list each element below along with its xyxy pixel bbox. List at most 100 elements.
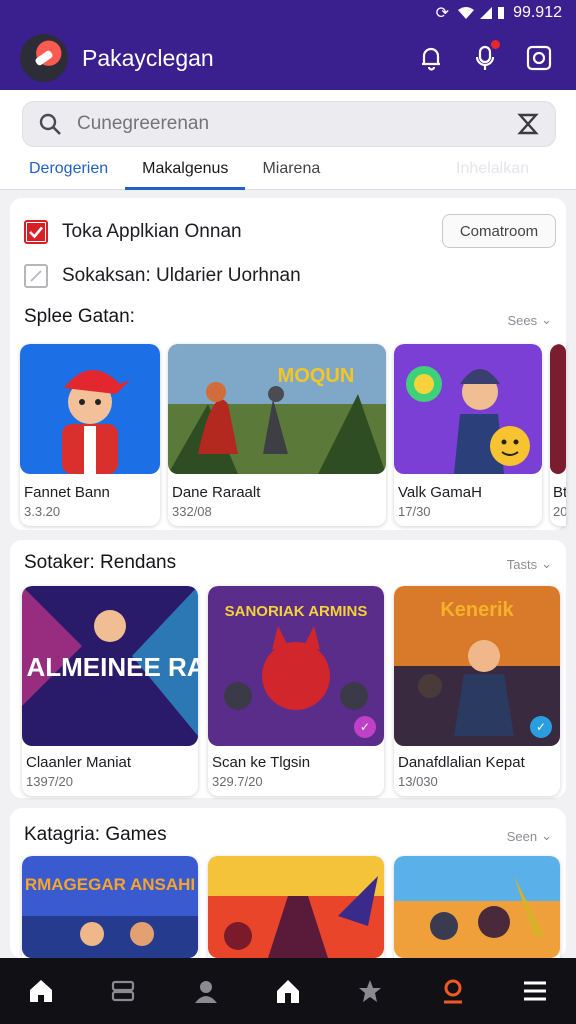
profile-icon [194, 981, 217, 1003]
nav-menu[interactable] [515, 971, 555, 1011]
game-art-battle [394, 856, 560, 958]
game-art-valk [394, 344, 542, 474]
checkbox-checked[interactable] [24, 220, 48, 244]
search-input[interactable] [77, 113, 515, 135]
filter-label-2: Sokaksan: Uldarier Uorhnan [62, 265, 301, 286]
app-card[interactable]: Kenerik ✓ Danafdlalian Kepat 13/030 [394, 586, 560, 796]
game-art-fannet [20, 344, 160, 474]
see-more-label-3: Seen [506, 828, 538, 844]
thumbnail-logo-text: RMAGEGAR ANSAHI [25, 875, 195, 894]
menu-icon [523, 981, 546, 1001]
nav-home[interactable] [21, 971, 61, 1011]
wifi-icon [458, 7, 475, 19]
thumbnail-logo-text: MOQUN [278, 365, 355, 387]
app-card[interactable]: DIBIBI ALMEINEE RALBAN Claanler Maniat 1… [22, 586, 198, 796]
app-thumbnail: RMAGEGAR ANSAHI [22, 856, 198, 958]
camera-button[interactable] [522, 41, 556, 75]
verified-badge-icon: ✓ [530, 716, 552, 738]
app-thumbnail [20, 344, 160, 474]
verified-badge-icon: ✓ [354, 716, 376, 738]
app-card[interactable]: Valk GamaH 17/30 [394, 344, 542, 526]
library-icon [112, 980, 135, 1002]
app-card[interactable]: Fannet Bann 3.3.20 [20, 344, 160, 526]
tab-bar: Derogerien Makalgenus Miarena Inhelalkan [0, 152, 576, 190]
battery-icon [498, 7, 505, 19]
scan-icon[interactable] [515, 111, 541, 137]
signal-icons [457, 6, 505, 20]
checkmark-icon [27, 223, 45, 241]
thumbnail-logo-text: Kenerik [440, 599, 514, 621]
app-meta: 17/30 [398, 504, 431, 519]
section-title-2: Sotaker: Rendans [24, 552, 177, 573]
app-name: Scan ke Tlgsin [212, 754, 311, 771]
app-card[interactable]: MOQUN Dane Raraalt 332/08 [168, 344, 386, 526]
app-name: Fannet Bann [24, 484, 110, 501]
app-title: Pakayclegan [82, 44, 214, 71]
app-thumbnail [394, 344, 542, 474]
nav-house[interactable] [268, 971, 308, 1011]
see-more-label-2: Tasts [506, 556, 538, 572]
chevron-down-icon: ⌄ [541, 312, 552, 327]
app-thumbnail: MOQUN [168, 344, 386, 474]
filter-row-1[interactable]: Toka Applkian Onnan [24, 220, 242, 244]
app-card[interactable]: SANORIAK ARMINS ✓ Scan ke Tlgsin 329.7/2… [208, 586, 384, 796]
microphone-button[interactable] [468, 38, 502, 75]
game-art-dane: MOQUN [168, 344, 386, 474]
notification-badge [489, 38, 502, 51]
search-icon [39, 113, 61, 135]
see-more-label-1: Sees [507, 312, 538, 328]
notifications-button[interactable] [414, 41, 448, 75]
sync-icon: ⟳ [435, 5, 450, 22]
app-bar: Pakayclegan [0, 26, 576, 90]
nav-library[interactable] [103, 971, 143, 1011]
app-name: Btu [553, 484, 566, 501]
section-katagria: Katagria: Games Seen ⌄ RMAGEGAR ANSAHI [10, 808, 566, 958]
app-thumbnail [550, 344, 566, 474]
nav-favorites[interactable] [350, 971, 390, 1011]
comatroom-button[interactable]: Comatroom [442, 214, 556, 248]
tab-miarena[interactable]: Miarena [245, 160, 337, 190]
app-card[interactable]: Btu 20 [550, 344, 566, 526]
app-meta: 3.3.20 [24, 504, 61, 519]
main-card: Toka Applkian Onnan Sokaksan: Uldarier U… [10, 198, 566, 530]
house-icon [276, 980, 299, 1003]
bell-icon [422, 47, 440, 71]
search-tabs-area: Derogerien Makalgenus Miarena Inhelalkan [0, 90, 576, 190]
tab-inhelalkan[interactable]: Inhelalkan [439, 160, 546, 190]
app-name: Valk GamaH [398, 484, 482, 501]
app-thumbnail [208, 856, 384, 958]
tab-derogerien[interactable]: Derogerien [12, 160, 125, 190]
nav-profile[interactable] [186, 971, 226, 1011]
status-time: 99.912 [513, 4, 562, 21]
app-name: Dane Raraalt [172, 484, 261, 501]
game-art-warrior [208, 856, 384, 958]
app-thumbnail: DIBIBI ALMEINEE RALBAN [22, 586, 198, 746]
favorites-icon [359, 980, 382, 1002]
filter-label-1: Toka Applkian Onnan [62, 221, 242, 242]
app-card[interactable]: RMAGEGAR ANSAHI [22, 856, 198, 958]
thumbnail-logo-text: DIBIBI ALMEINEE RALBAN [22, 652, 198, 682]
app-meta: 329.7/20 [212, 774, 263, 789]
game-art-claanler: DIBIBI ALMEINEE RALBAN [22, 586, 198, 746]
see-more-link-3[interactable]: Seen ⌄ [507, 828, 552, 844]
app-card[interactable] [394, 856, 560, 958]
home-icon [30, 980, 53, 1002]
filter-row-2[interactable]: Sokaksan: Uldarier Uorhnan [24, 264, 301, 288]
search-bar[interactable] [22, 101, 556, 147]
app-thumbnail [394, 856, 560, 958]
app-logo[interactable] [20, 34, 68, 82]
checkbox-unchecked[interactable] [24, 264, 48, 288]
section-sotaker: Sotaker: Rendans Tasts ⌄ DIBIBI ALMEINEE… [10, 540, 566, 798]
location-icon [443, 979, 462, 1004]
app-card[interactable] [208, 856, 384, 958]
nav-location[interactable] [433, 971, 473, 1011]
app-meta: 1397/20 [26, 774, 73, 789]
tab-makalgenus[interactable]: Makalgenus [125, 160, 246, 190]
bottom-nav [0, 958, 576, 1024]
see-more-link-1[interactable]: Sees ⌄ [507, 312, 552, 328]
chevron-down-icon: ⌄ [541, 828, 552, 843]
app-name: Danafdlalian Kepat [398, 754, 525, 771]
thumbnail-logo-text: SANORIAK ARMINS [225, 603, 368, 620]
app-meta: 332/08 [172, 504, 212, 519]
see-more-link-2[interactable]: Tasts ⌄ [507, 556, 552, 572]
